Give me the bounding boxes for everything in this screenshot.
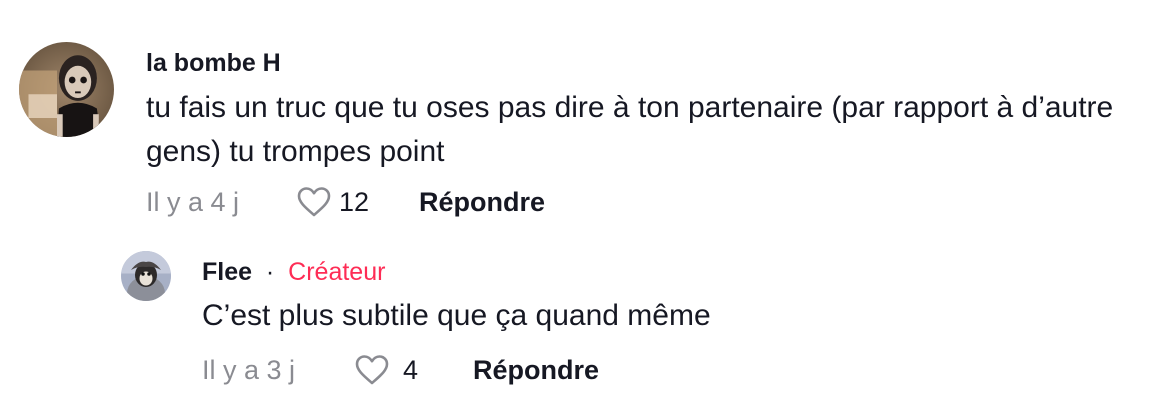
comment-meta: Il y a 4 j 12 Répondre bbox=[146, 182, 545, 222]
avatar-image bbox=[19, 42, 114, 137]
comment-text: C’est plus subtile que ça quand même bbox=[202, 299, 711, 332]
creator-badge: Créateur bbox=[288, 258, 386, 286]
comment-username-line: Flee · Créateur bbox=[202, 258, 385, 287]
heart-outline-icon bbox=[297, 187, 331, 217]
avatar-image bbox=[121, 251, 171, 301]
separator-dot: · bbox=[258, 258, 282, 286]
reply-button[interactable]: Répondre bbox=[473, 355, 599, 386]
avatar[interactable] bbox=[121, 251, 171, 301]
like-count: 4 bbox=[403, 354, 419, 385]
heart-outline-icon bbox=[355, 355, 389, 385]
like-button[interactable] bbox=[355, 355, 403, 385]
comment-username-line: la bombe H bbox=[146, 49, 281, 78]
comment-time: Il y a 4 j bbox=[146, 186, 240, 217]
comment-meta: Il y a 3 j 4 Répondre bbox=[202, 350, 599, 390]
like-count: 12 bbox=[339, 186, 370, 217]
comment-text: tu fais un truc que tu oses pas dire à t… bbox=[146, 91, 1114, 168]
comment-username[interactable]: la bombe H bbox=[146, 49, 281, 77]
reply-button[interactable]: Répondre bbox=[419, 187, 545, 218]
comment-time: Il y a 3 j bbox=[202, 354, 296, 385]
comment-username[interactable]: Flee bbox=[202, 258, 252, 286]
avatar[interactable] bbox=[19, 42, 114, 137]
like-button[interactable] bbox=[297, 187, 339, 217]
